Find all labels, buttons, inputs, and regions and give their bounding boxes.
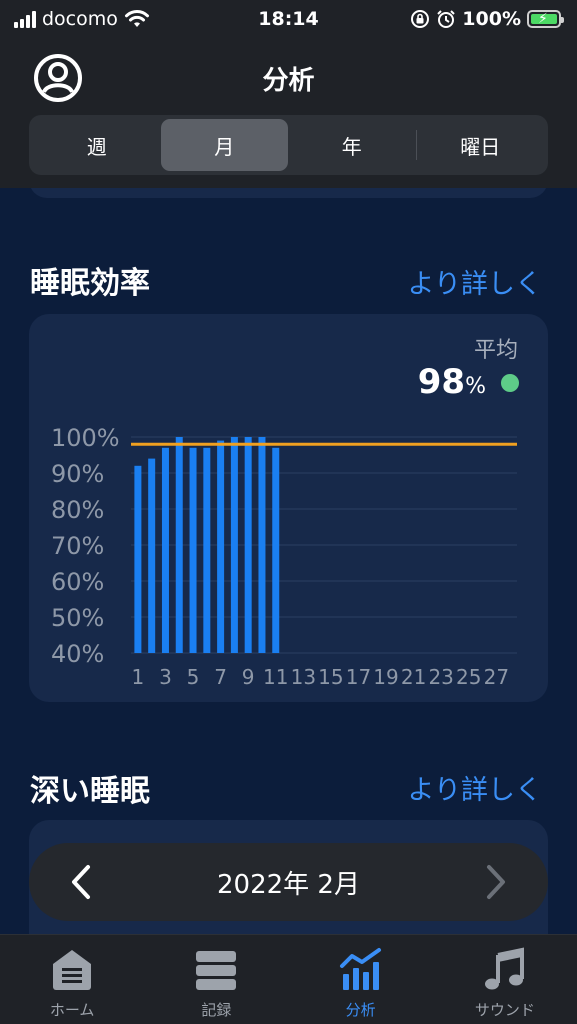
y-tick-label: 70% bbox=[51, 532, 104, 560]
tab-sound[interactable]: サウンド bbox=[433, 935, 577, 1024]
tab-records[interactable]: 記録 bbox=[144, 935, 288, 1024]
x-tick-label: 17 bbox=[346, 665, 371, 689]
x-tick-label: 25 bbox=[456, 665, 481, 689]
x-tick-label: 21 bbox=[401, 665, 426, 689]
bar bbox=[244, 437, 252, 653]
tab-bar: ホーム 記録 分析 サウンド bbox=[0, 934, 577, 1024]
efficiency-card[interactable]: 平均 98% 100% 90% 80% 70% 60% 50% 40% 1 3 5 7 9 11 13 15… bbox=[29, 314, 548, 702]
x-tick-label: 1 bbox=[132, 665, 145, 689]
y-tick-label: 60% bbox=[51, 568, 104, 596]
home-icon bbox=[53, 950, 92, 990]
bar bbox=[189, 447, 197, 653]
status-left: docomo bbox=[14, 8, 150, 30]
bar bbox=[161, 447, 169, 653]
content-scroll[interactable]: 睡眠効率 より詳しく 平均 98% 100% 90% 80% 70% 60% 50% 40%… bbox=[0, 188, 577, 934]
bar bbox=[148, 458, 156, 653]
y-tick-label: 50% bbox=[51, 604, 104, 632]
tab-sound-label: サウンド bbox=[474, 1001, 535, 1019]
bar bbox=[217, 440, 225, 653]
chevron-left-icon[interactable] bbox=[69, 864, 93, 900]
deep-sleep-more-link[interactable]: より詳しく bbox=[408, 768, 542, 807]
tab-analysis-label: 分析 bbox=[345, 1001, 376, 1019]
x-tick-label: 11 bbox=[263, 665, 288, 689]
bar bbox=[203, 447, 211, 653]
efficiency-more-link[interactable]: より詳しく bbox=[408, 262, 542, 301]
carrier-name: docomo bbox=[42, 8, 118, 30]
x-tick-label: 5 bbox=[187, 665, 200, 689]
previous-card bbox=[29, 188, 548, 198]
tab-analysis[interactable]: 分析 bbox=[289, 935, 433, 1024]
battery-percent: 100% bbox=[462, 8, 521, 30]
y-tick-label: 90% bbox=[51, 460, 104, 488]
x-tick-label: 15 bbox=[318, 665, 343, 689]
analysis-icon bbox=[339, 948, 381, 990]
x-tick-label: 23 bbox=[428, 665, 453, 689]
orientation-lock-icon bbox=[411, 10, 430, 28]
status-bar: docomo 18:14 100% ⚡ bbox=[0, 0, 577, 38]
music-note-icon bbox=[484, 947, 524, 990]
segment-weekday[interactable]: 曜日 bbox=[417, 119, 545, 171]
bar bbox=[230, 437, 238, 653]
section-title-deep-sleep: 深い睡眠 bbox=[30, 774, 150, 809]
records-icon bbox=[196, 951, 237, 990]
x-tick-label: 19 bbox=[373, 665, 398, 689]
header: 分析 週 月 年 曜日 bbox=[0, 38, 577, 188]
segment-month[interactable]: 月 bbox=[160, 119, 288, 171]
segment-year[interactable]: 年 bbox=[288, 119, 416, 171]
tab-home-label: ホーム bbox=[49, 1001, 95, 1019]
efficiency-chart: 100%90%80%70%60%50%40%1 3 5 7 9 11 13 15 17 19 21 2… bbox=[51, 424, 517, 689]
month-navigator: 2022年 2月 bbox=[29, 843, 548, 921]
signal-icon bbox=[14, 10, 36, 28]
segment-week[interactable]: 週 bbox=[33, 119, 161, 171]
bar bbox=[134, 465, 142, 653]
page-title: 分析 bbox=[262, 66, 315, 96]
x-tick-label: 3 bbox=[159, 665, 172, 689]
bar bbox=[258, 437, 266, 653]
x-tick-label: 9 bbox=[242, 665, 255, 689]
y-tick-label: 80% bbox=[51, 496, 104, 524]
month-label: 2022年 2月 bbox=[217, 869, 360, 900]
chevron-right-icon[interactable] bbox=[484, 864, 508, 900]
x-tick-label: 27 bbox=[484, 665, 509, 689]
tab-home[interactable]: ホーム bbox=[0, 935, 144, 1024]
battery-icon: ⚡ bbox=[527, 10, 564, 28]
bar bbox=[175, 437, 183, 653]
tab-records-label: 記録 bbox=[201, 1001, 232, 1019]
section-title-efficiency: 睡眠効率 bbox=[30, 266, 150, 301]
x-tick-label: 7 bbox=[214, 665, 227, 689]
y-tick-label: 40% bbox=[51, 640, 104, 668]
period-segmented-control: 週 月 年 曜日 bbox=[29, 115, 548, 175]
status-right: 100% ⚡ bbox=[410, 8, 564, 30]
alarm-icon bbox=[437, 10, 456, 28]
y-tick-label: 100% bbox=[51, 424, 120, 452]
x-tick-label: 13 bbox=[291, 665, 316, 689]
bar bbox=[272, 447, 280, 653]
wifi-icon bbox=[124, 10, 149, 27]
